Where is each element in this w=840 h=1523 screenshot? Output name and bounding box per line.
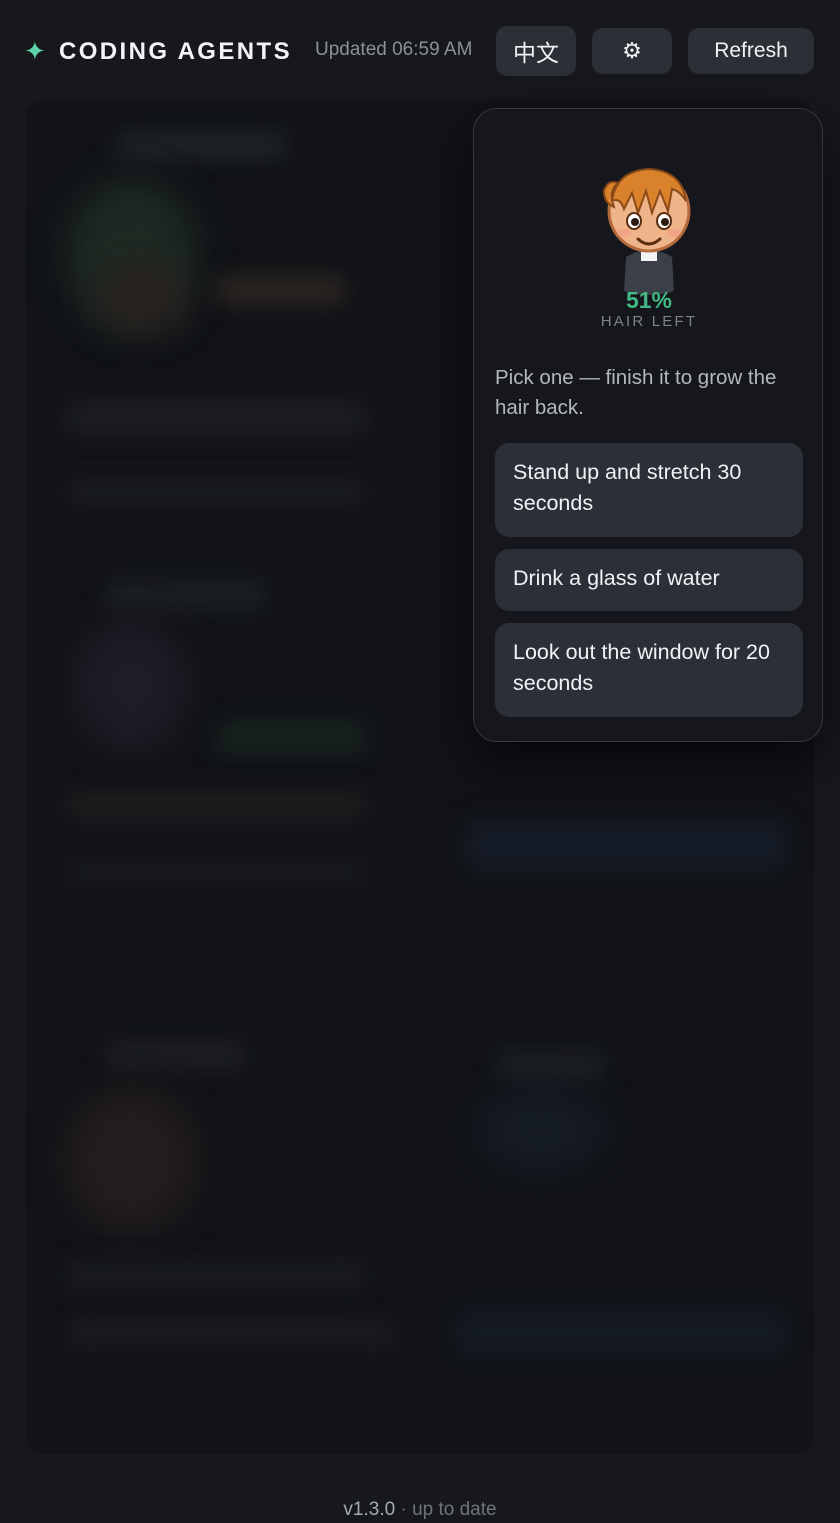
balding-character-icon bbox=[594, 161, 704, 301]
choice-water-button[interactable]: Drink a glass of water bbox=[495, 549, 803, 611]
app-title: CODING AGENTS bbox=[59, 38, 292, 65]
hair-percent: 51% bbox=[625, 287, 673, 313]
sparkle-icon: ✦ bbox=[24, 36, 46, 66]
refresh-button[interactable]: Refresh bbox=[688, 28, 814, 74]
gear-icon: ⚙ bbox=[622, 38, 642, 63]
update-status: up to date bbox=[412, 1499, 497, 1520]
hair-left-label: HAIR LEFT bbox=[600, 313, 698, 330]
choice-stretch-button[interactable]: Stand up and stretch 30 seconds bbox=[495, 443, 803, 537]
version-label: v1.3.0 bbox=[343, 1499, 396, 1520]
updated-timestamp: Updated 06:59 AM bbox=[315, 39, 473, 60]
footer: v1.3.0 · up to date bbox=[0, 1497, 840, 1523]
footer-separator: · bbox=[395, 1499, 413, 1520]
language-button[interactable]: 中文 bbox=[496, 26, 576, 76]
choice-window-button[interactable]: Look out the window for 20 seconds bbox=[495, 623, 803, 717]
prompt-text: Pick one — finish it to grow the hair ba… bbox=[495, 366, 777, 419]
settings-button[interactable]: ⚙ bbox=[592, 28, 672, 74]
hair-break-popover: 51% HAIR LEFT Pick one — finish it to gr… bbox=[473, 108, 823, 742]
header-bar: ✦ CODING AGENTS Updated 06:59 AM 中文 ⚙ Re… bbox=[0, 0, 840, 100]
